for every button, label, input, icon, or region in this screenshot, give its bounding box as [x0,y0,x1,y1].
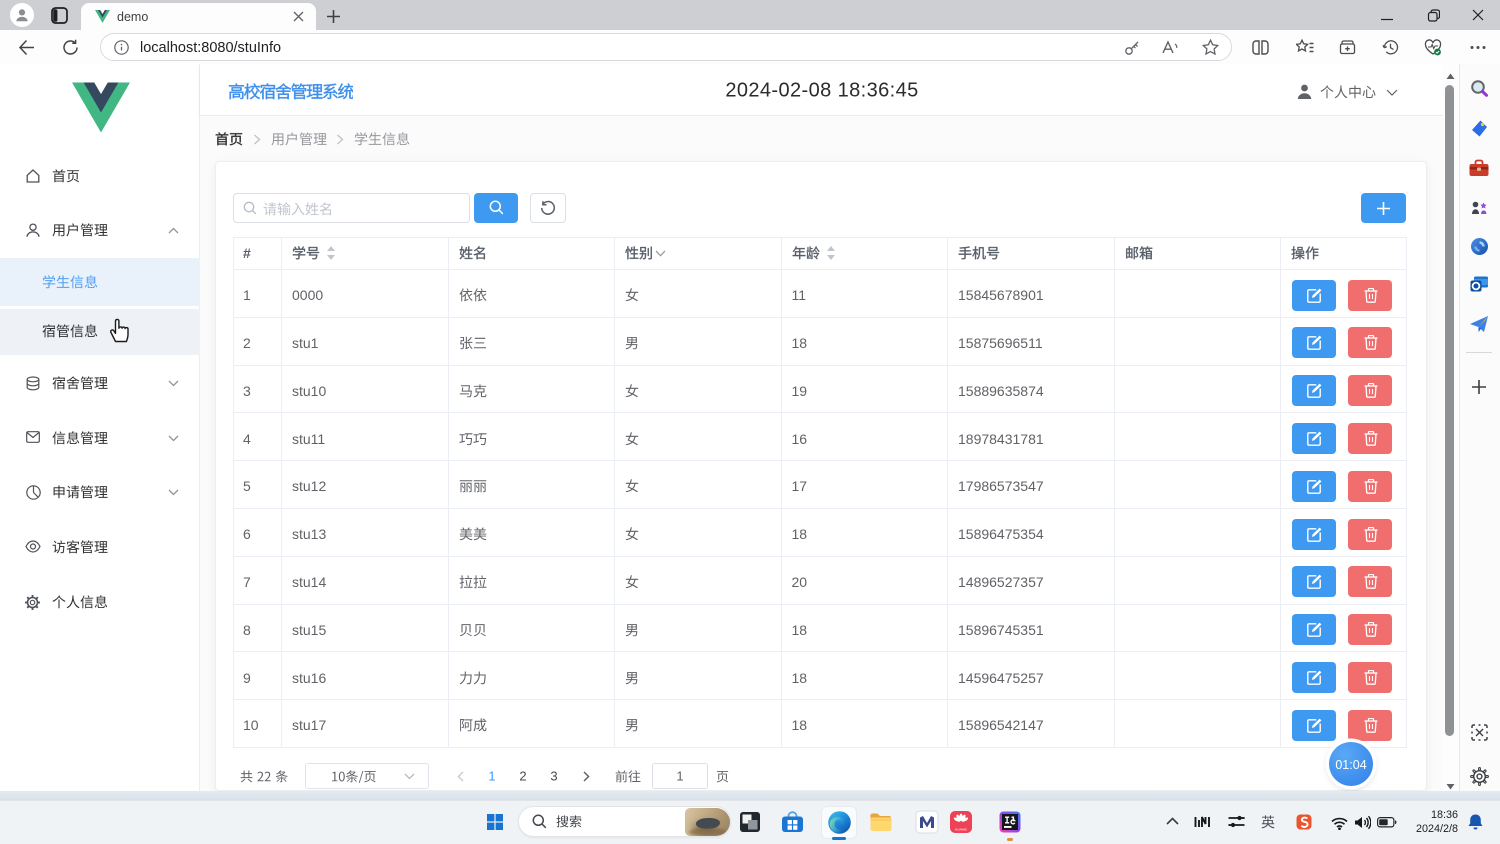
svg-text:HUAWEI: HUAWEI [955,828,967,832]
